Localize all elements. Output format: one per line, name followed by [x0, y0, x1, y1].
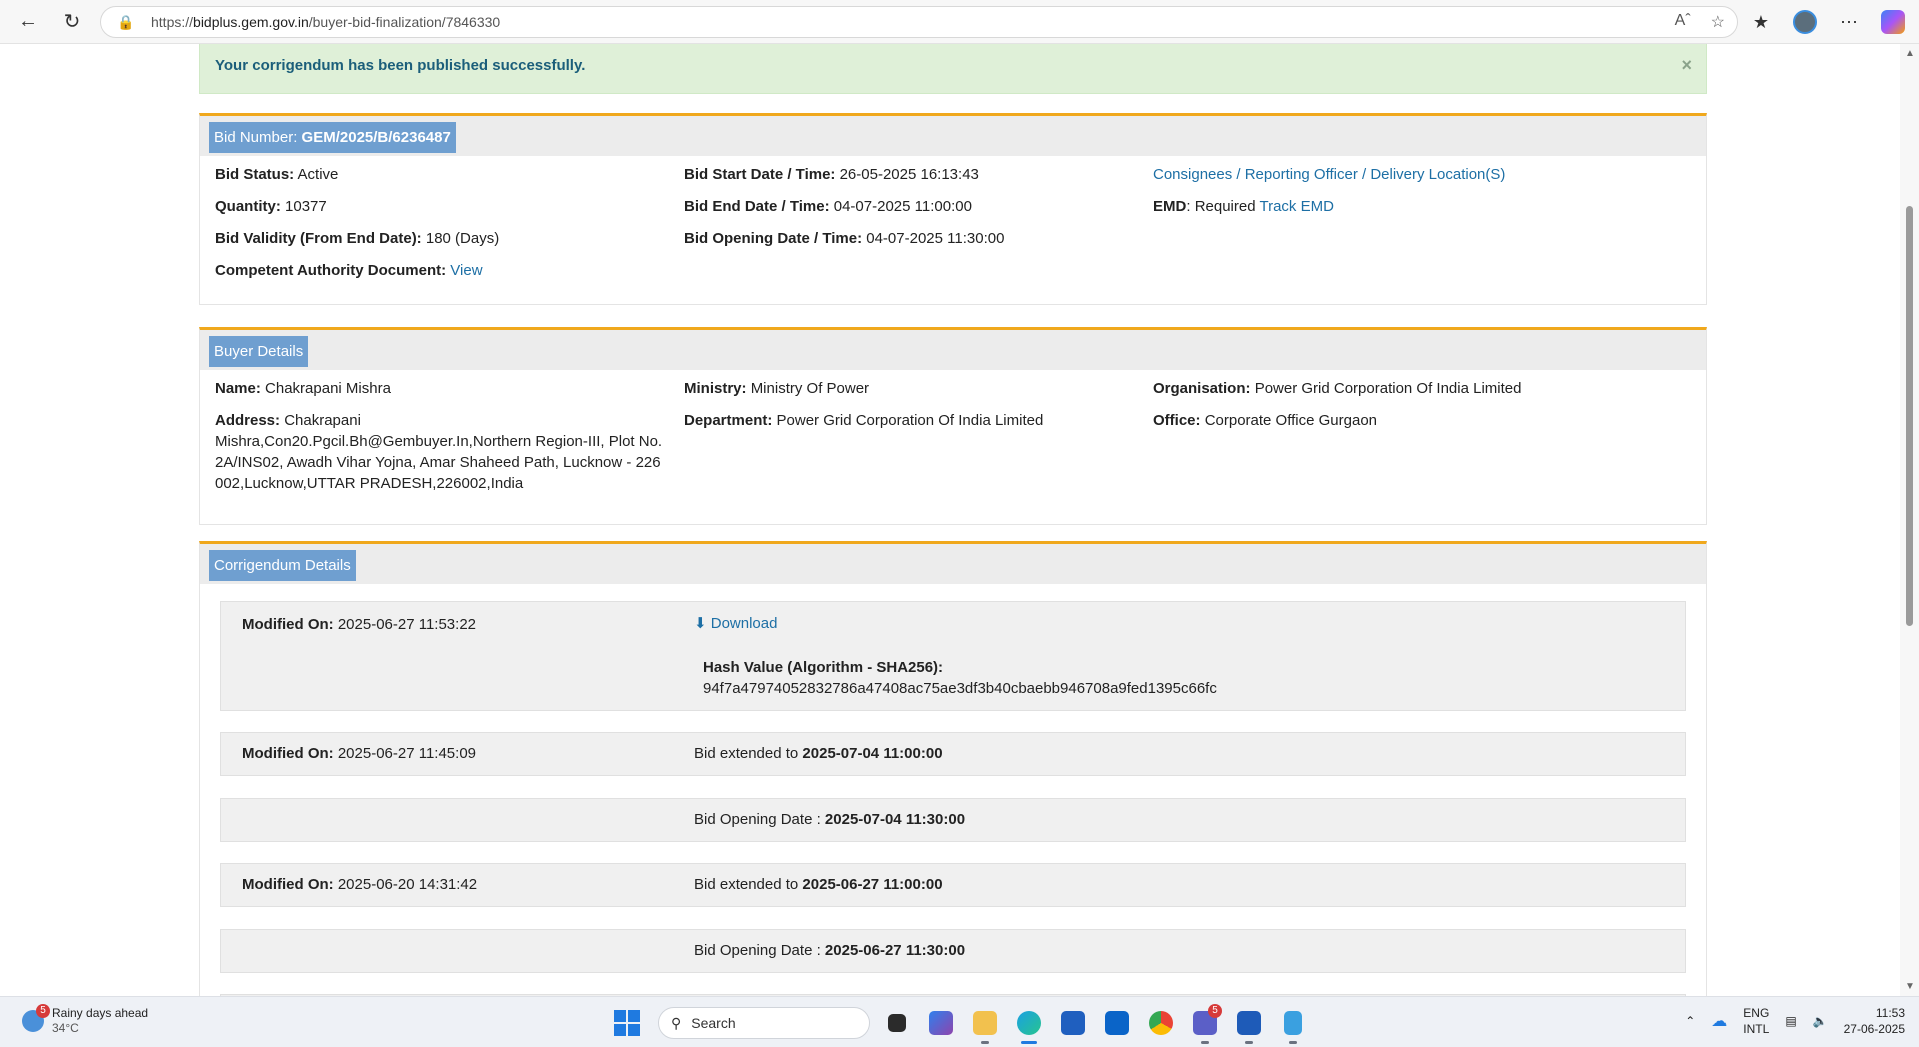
bid-end: Bid End Date / Time: 04-07-2025 11:00:00 — [684, 198, 972, 215]
profile-avatar[interactable] — [1793, 10, 1817, 34]
m365-icon[interactable] — [924, 1006, 958, 1040]
bid-number: GEM/2025/B/6236487 — [301, 129, 451, 146]
consignees-cell: Consignees / Reporting Officer / Deliver… — [1153, 164, 1691, 196]
bid-start: Bid Start Date / Time: 26-05-2025 16:13:… — [684, 166, 979, 183]
favorites-icon[interactable]: ★ — [1749, 12, 1773, 33]
chevron-up-icon[interactable]: ⌃ — [1685, 1014, 1695, 1028]
bid-opening: Bid Opening Date / Time: 04-07-2025 11:3… — [684, 230, 1005, 247]
back-icon[interactable]: ← — [6, 0, 50, 44]
modified-on: Modified On: 2025-06-20 14:31:42 — [242, 876, 478, 893]
buyer-name: Name: Chakrapani Mishra — [215, 380, 391, 397]
success-alert: Your corrigendum has been published succ… — [199, 44, 1707, 94]
page-scrollbar[interactable]: ▲ ▼ — [1900, 44, 1919, 996]
corrigendum-entry: Modified On: 2025-06-27 11:45:09 Bid ext… — [220, 732, 1686, 776]
scroll-up-icon[interactable]: ▲ — [1905, 48, 1915, 59]
network-icon[interactable]: ▤ — [1785, 1014, 1796, 1028]
browser-toolbar: ← ↻ 🔒 https://bidplus.gem.gov.in/buyer-b… — [0, 0, 1919, 44]
read-aloud-icon[interactable]: Aˆ — [1675, 12, 1691, 32]
bid-extended: Bid extended to 2025-06-27 11:00:00 — [694, 876, 943, 893]
bid-panel: Bid Number: GEM/2025/B/6236487 Bid Statu… — [199, 113, 1707, 305]
buyer-address: Address: Chakrapani Mishra,Con20.Pgcil.B… — [215, 412, 663, 492]
scroll-down-icon[interactable]: ▼ — [1905, 981, 1915, 992]
page-content: Your corrigendum has been published succ… — [0, 44, 1900, 996]
corrigendum-entry: Bid Opening Date : 2025-07-04 11:30:00 — [220, 798, 1686, 842]
competent-authority: Competent Authority Document: View — [215, 262, 483, 279]
url-domain: bidplus.gem.gov.in — [193, 14, 309, 30]
quantity: Quantity: 10377 — [215, 198, 327, 215]
address-bar[interactable]: 🔒 https://bidplus.gem.gov.in/buyer-bid-f… — [100, 6, 1738, 38]
word-icon[interactable] — [1232, 1006, 1266, 1044]
outlook-icon[interactable] — [1100, 1006, 1134, 1040]
modified-on: Modified On: 2025-06-27 11:53:22 — [242, 616, 476, 633]
corrigendum-entry: Bid Opening Date : 2025-06-27 11:30:00 — [220, 929, 1686, 973]
buyer-heading: Buyer Details — [209, 336, 309, 367]
notepad-icon[interactable] — [1276, 1006, 1310, 1044]
bid-status: Bid Status: Active — [215, 166, 339, 183]
language-indicator[interactable]: ENG INTL — [1743, 1005, 1769, 1037]
file-explorer-icon[interactable] — [968, 1006, 1002, 1044]
hash-value: Hash Value (Algorithm - SHA256): 94f7a47… — [703, 659, 1217, 697]
onedrive-icon[interactable]: ☁ — [1711, 1011, 1727, 1031]
consignees-link[interactable]: Consignees / Reporting Officer / Deliver… — [1153, 166, 1505, 183]
bid-opening-date: Bid Opening Date : 2025-06-27 11:30:00 — [694, 942, 966, 959]
track-emd-link[interactable]: Track EMD — [1259, 198, 1333, 215]
lock-icon: 🔒 — [117, 13, 135, 30]
taskbar-search[interactable]: ⚲ Search — [658, 1007, 870, 1039]
store-icon[interactable] — [1056, 1006, 1090, 1040]
volume-icon[interactable]: 🔈 — [1813, 1014, 1828, 1028]
close-icon[interactable]: × — [1681, 55, 1692, 76]
department: Department: Power Grid Corporation Of In… — [684, 412, 1044, 429]
clock[interactable]: 11:53 27-06-2025 — [1844, 1005, 1905, 1037]
corrigendum-entry: Modified On: 2025-06-20 14:31:42 Bid ext… — [220, 863, 1686, 907]
more-menu-icon[interactable]: ⋯ — [1837, 12, 1861, 33]
corrigendum-heading: Corrigendum Details — [209, 550, 356, 581]
download-icon: ⬇ — [694, 615, 707, 632]
emd: EMD: Required Track EMD — [1153, 198, 1334, 215]
url-prefix: https:// — [151, 14, 194, 30]
favorite-star-icon[interactable]: ☆ — [1711, 12, 1725, 32]
search-icon: ⚲ — [671, 1014, 682, 1031]
start-icon[interactable] — [614, 1010, 640, 1036]
windows-taskbar: 5 Rainy days ahead 34°C ⚲ Search 5 ⌃ ☁ E… — [0, 996, 1919, 1047]
buyer-panel: Buyer Details Name: Chakrapani Mishra Mi… — [199, 327, 1707, 525]
corrigendum-entry: Modified On: 2025-06-27 11:53:22 ⬇ Downl… — [220, 601, 1686, 711]
weather-widget[interactable]: 5 Rainy days ahead 34°C — [22, 1004, 149, 1036]
chrome-icon[interactable] — [1144, 1006, 1178, 1040]
task-view-icon[interactable] — [880, 1006, 914, 1040]
download-link[interactable]: ⬇ Download — [694, 614, 777, 632]
weather-temp: 34°C — [52, 1021, 79, 1035]
scroll-thumb[interactable] — [1906, 206, 1913, 626]
teams-icon[interactable]: 5 — [1188, 1004, 1222, 1044]
office: Office: Corporate Office Gurgaon — [1153, 412, 1378, 429]
organisation: Organisation: Power Grid Corporation Of … — [1153, 380, 1522, 397]
ministry: Ministry: Ministry Of Power — [684, 380, 870, 397]
weather-title: Rainy days ahead — [52, 1006, 149, 1020]
alert-message: Your corrigendum has been published succ… — [215, 57, 586, 74]
bid-opening-date: Bid Opening Date : 2025-07-04 11:30:00 — [694, 811, 966, 828]
copilot-icon[interactable] — [1881, 10, 1905, 34]
url-path: /buyer-bid-finalization/7846330 — [308, 14, 501, 30]
bid-validity: Bid Validity (From End Date): 180 (Days) — [215, 230, 500, 247]
refresh-icon[interactable]: ↻ — [50, 0, 94, 44]
bid-number-heading: Bid Number: GEM/2025/B/6236487 — [209, 122, 456, 153]
bid-extended: Bid extended to 2025-07-04 11:00:00 — [694, 745, 943, 762]
weather-icon: 5 — [22, 1004, 50, 1032]
edge-icon[interactable] — [1012, 1006, 1046, 1044]
modified-on: Modified On: 2025-06-27 11:45:09 — [242, 745, 476, 762]
view-link[interactable]: View — [450, 262, 482, 279]
